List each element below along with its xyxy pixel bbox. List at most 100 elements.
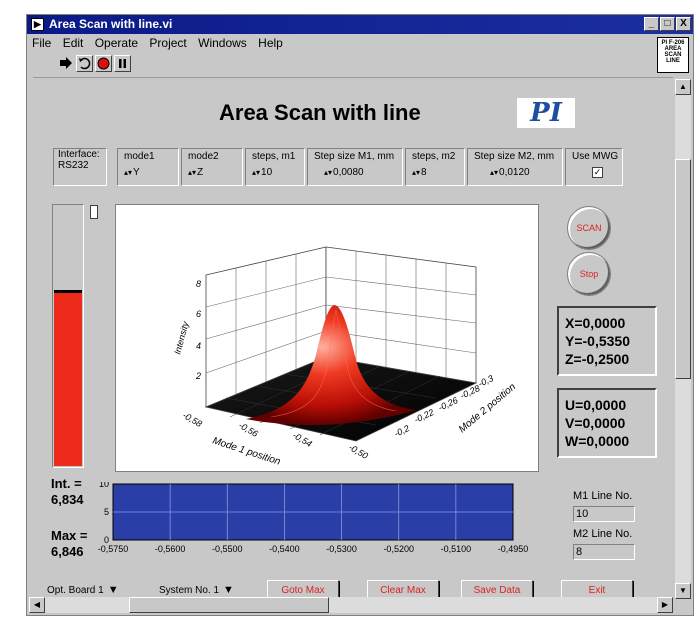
interface-value: RS232 xyxy=(58,160,89,171)
mode2-label: mode2 xyxy=(188,151,219,162)
x-tick-label: -0,5200 xyxy=(383,544,414,554)
x-tick-label: -0,5600 xyxy=(155,544,186,554)
x-tick-label: -0,50 xyxy=(347,442,370,461)
step-size-m2-control[interactable]: Step size M2, mm ▴▾0,0120 xyxy=(467,148,563,186)
intensity-meter-fill xyxy=(54,290,82,466)
mode1-control[interactable]: mode1 ▴▾Y xyxy=(117,148,179,186)
labview-window: ▶ Area Scan with line.vi _ □ X File Edit… xyxy=(26,14,694,616)
menu-file[interactable]: File xyxy=(27,34,54,50)
window-title: Area Scan with line.vi xyxy=(49,17,173,31)
meter-scale-marker[interactable] xyxy=(90,205,98,219)
pi-logo: PI xyxy=(517,98,575,128)
app-icon: ▶ xyxy=(31,18,44,31)
surface-plot-svg: 2 4 6 8 Intensity -0,58 -0,56 -0,54 -0,5… xyxy=(172,246,518,468)
maximize-button[interactable]: □ xyxy=(660,17,675,31)
m2-line-field[interactable]: 8 xyxy=(573,544,635,560)
z-tick-label: 6 xyxy=(196,309,201,319)
x-tick-label: -0,58 xyxy=(181,410,204,429)
mode1-label: mode1 xyxy=(124,151,155,162)
intensity-meter xyxy=(52,204,84,468)
u-readout: U=0,0000 xyxy=(565,397,627,413)
system-dropdown-value: System No. 1 xyxy=(159,584,220,596)
step-size-m2-value: 0,0120 xyxy=(499,167,530,178)
x-tick-label: -0,54 xyxy=(291,430,314,449)
steps-m1-value: 10 xyxy=(261,167,273,178)
horizontal-scrollbar[interactable]: ◀ ▶ xyxy=(29,597,673,613)
spinner-icon[interactable]: ▴▾ xyxy=(324,168,332,177)
step-size-m1-label: Step size M1, mm xyxy=(314,151,395,162)
x-readout: X=0,0000 xyxy=(565,315,626,331)
steps-m2-label: steps, m2 xyxy=(412,151,456,162)
spinner-icon[interactable]: ▴▾ xyxy=(490,168,498,177)
spinner-icon[interactable]: ▴▾ xyxy=(124,168,132,177)
line-scan-chart[interactable]: -0,5750 -0,5600 -0,5500 -0,5400 -0,5300 -0,52… xyxy=(93,482,543,556)
use-mwg-control: Use MWG ✓ xyxy=(565,148,623,186)
spinner-icon[interactable]: ▴▾ xyxy=(412,168,420,177)
xyz-readout: X=0,0000 Y=-0,5350 Z=-0,2500 xyxy=(557,306,657,376)
y-tick-label: 10 xyxy=(99,482,109,489)
interface-label: Interface: xyxy=(58,149,100,160)
pause-icon[interactable] xyxy=(114,54,131,72)
mode2-control[interactable]: mode2 ▴▾Z xyxy=(181,148,243,186)
menu-edit[interactable]: Edit xyxy=(58,34,87,50)
int-label: Int. = xyxy=(51,476,82,491)
scan-button[interactable]: SCAN xyxy=(567,206,611,250)
steps-m2-value: 8 xyxy=(421,167,427,178)
use-mwg-checkbox[interactable]: ✓ xyxy=(592,167,603,178)
z-tick-label: 4 xyxy=(196,341,201,351)
m1-line-label: M1 Line No. xyxy=(573,490,633,502)
y-readout: Y=-0,5350 xyxy=(565,333,630,349)
x-tick-label: -0,56 xyxy=(237,420,260,439)
y-tick-label: 5 xyxy=(104,507,109,517)
steps-m2-control[interactable]: steps, m2 ▴▾8 xyxy=(405,148,465,186)
x-tick-label: -0,5300 xyxy=(326,544,357,554)
toolbar xyxy=(57,52,131,74)
run-continuous-icon[interactable] xyxy=(76,54,93,72)
page-title: Area Scan with line xyxy=(219,100,421,125)
x-tick-label: -0,5750 xyxy=(98,544,129,554)
menu-windows[interactable]: Windows xyxy=(193,34,250,50)
vertical-scrollbar[interactable]: ▲ ▼ xyxy=(675,79,691,599)
abort-icon[interactable] xyxy=(95,54,112,72)
vi-connector-icon[interactable]: PI F-206 AREA SCAN LINE xyxy=(657,37,689,73)
z-readout: Z=-0,2500 xyxy=(565,351,630,367)
horizontal-scroll-thumb[interactable] xyxy=(129,597,329,613)
scroll-left-icon[interactable]: ◀ xyxy=(29,597,45,613)
steps-m1-control[interactable]: steps, m1 ▴▾10 xyxy=(245,148,305,186)
minimize-button[interactable]: _ xyxy=(644,17,659,31)
stop-button[interactable]: Stop xyxy=(567,252,611,296)
w-readout: W=0,0000 xyxy=(565,433,630,449)
max-label: Max = xyxy=(51,528,88,543)
scroll-up-icon[interactable]: ▲ xyxy=(675,79,691,95)
surface-plot-3d[interactable]: 2 4 6 8 Intensity -0,58 -0,56 -0,54 -0,5… xyxy=(115,204,539,472)
spinner-icon[interactable]: ▴▾ xyxy=(188,168,196,177)
steps-m1-label: steps, m1 xyxy=(252,151,296,162)
use-mwg-label: Use MWG xyxy=(572,151,619,162)
board-dropdown-value: Opt. Board 1 xyxy=(47,584,104,596)
max-value: 6,846 xyxy=(51,544,84,559)
y-tick-label: 0 xyxy=(104,535,109,545)
vertical-scroll-thumb[interactable] xyxy=(675,159,691,379)
title-bar[interactable]: ▶ Area Scan with line.vi _ □ X xyxy=(27,15,693,34)
run-arrow-icon[interactable] xyxy=(57,54,74,72)
step-size-m1-control[interactable]: Step size M1, mm ▴▾0,0080 xyxy=(307,148,403,186)
m1-line-field[interactable]: 10 xyxy=(573,506,635,522)
interface-indicator: Interface: RS232 xyxy=(53,148,107,186)
z-tick-label: 2 xyxy=(195,371,201,381)
close-button[interactable]: X xyxy=(676,17,691,31)
uvw-readout: U=0,0000 V=0,0000 W=0,0000 xyxy=(557,388,657,458)
v-readout: V=0,0000 xyxy=(565,415,626,431)
menu-help[interactable]: Help xyxy=(253,34,286,50)
mode1-value: Y xyxy=(133,167,140,178)
z-tick-label: 8 xyxy=(196,279,201,289)
dropdown-arrow-icon: ▼ xyxy=(223,584,234,596)
menu-bar: File Edit Operate Project Windows Help xyxy=(27,34,667,52)
y-tick-label: -0,3 xyxy=(477,373,495,389)
scroll-down-icon[interactable]: ▼ xyxy=(675,583,691,599)
spinner-icon[interactable]: ▴▾ xyxy=(252,168,260,177)
menu-operate[interactable]: Operate xyxy=(90,34,141,50)
y-tick-label: -0,2 xyxy=(393,423,411,439)
z-axis-label: Intensity xyxy=(172,320,190,355)
menu-project[interactable]: Project xyxy=(144,34,189,50)
scroll-right-icon[interactable]: ▶ xyxy=(657,597,673,613)
